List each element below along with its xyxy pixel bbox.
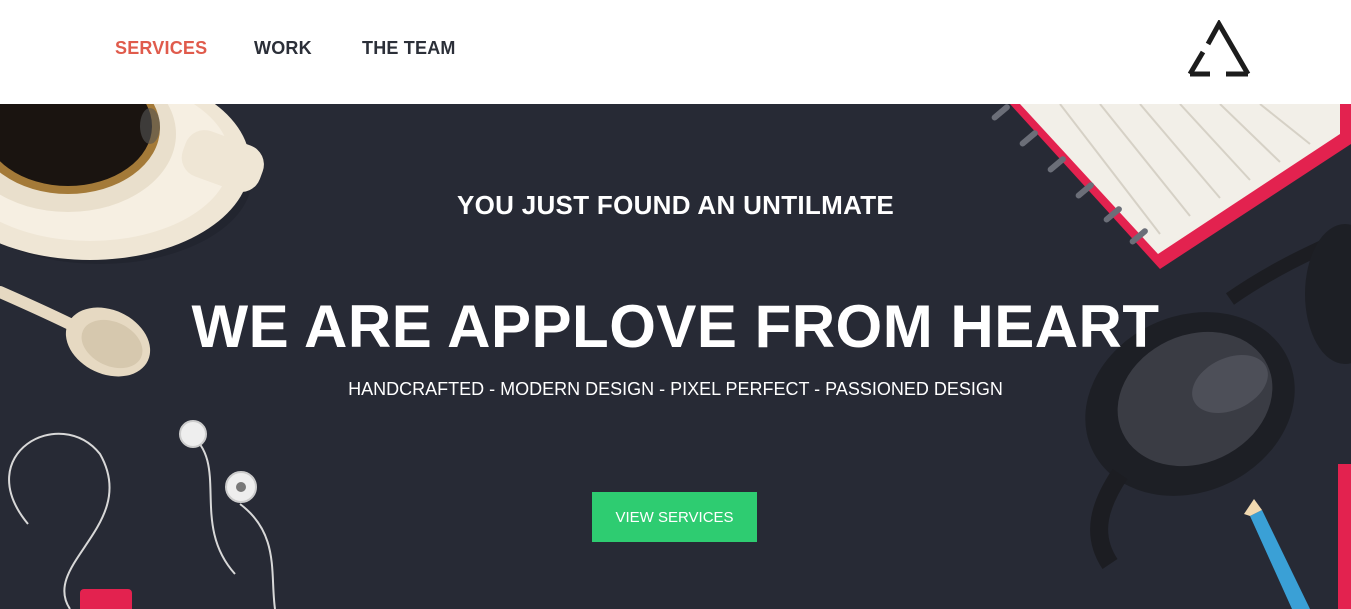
hero-subtitle: YOU JUST FOUND AN UNTILMATE xyxy=(456,190,895,220)
navbar: SERVICES WORK THE TEAM xyxy=(0,0,1351,104)
nav-work-link[interactable]: WORK xyxy=(254,38,312,59)
earphones-icon xyxy=(8,420,276,609)
logo-triangle-icon[interactable] xyxy=(1186,20,1252,78)
hero-headline: WE ARE APPLOVE FROM HEART xyxy=(191,293,1160,360)
view-services-button[interactable]: VIEW SERVICES xyxy=(592,492,757,542)
nav-services-link[interactable]: SERVICES xyxy=(115,38,207,59)
pencil-icon xyxy=(1244,464,1351,609)
nav-the-team-link[interactable]: THE TEAM xyxy=(362,38,456,59)
notebook-icon xyxy=(991,104,1351,269)
hero-tagline: HANDCRAFTED - MODERN DESIGN - PIXEL PERF… xyxy=(348,379,1003,399)
coffee-cup-icon xyxy=(0,104,264,264)
hero-section: YOU JUST FOUND AN UNTILMATE WE ARE APPLO… xyxy=(0,104,1351,609)
